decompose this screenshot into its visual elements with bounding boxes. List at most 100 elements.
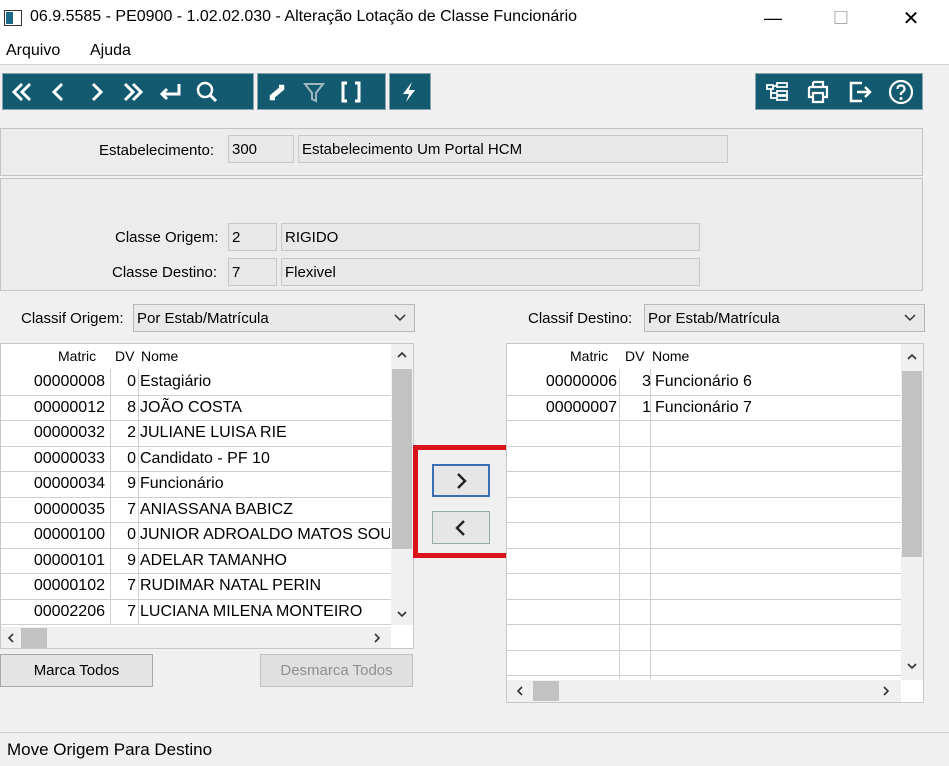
cell-dv: 9 bbox=[127, 551, 136, 569]
goto-icon[interactable] bbox=[151, 74, 188, 109]
filter-toolbar bbox=[257, 73, 386, 110]
column-header-matric[interactable]: Matric bbox=[570, 344, 608, 369]
table-row[interactable]: 00000035 7 ANIASSANA BABICZ bbox=[1, 497, 391, 523]
lightning-icon[interactable] bbox=[390, 74, 427, 109]
cell-matric: 00000100 bbox=[33, 526, 105, 543]
tree-icon[interactable] bbox=[756, 74, 798, 109]
table-row[interactable]: 00002206 7 LUCIANA MILENA MONTEIRO bbox=[1, 599, 391, 625]
classif-origem-select[interactable]: Por Estab/Matrícula bbox=[133, 304, 415, 332]
chevron-down-icon[interactable] bbox=[906, 660, 918, 672]
cell-dv: 0 bbox=[127, 526, 136, 543]
filter-icon[interactable] bbox=[295, 74, 332, 109]
classif-origem-value: Por Estab/Matrícula bbox=[137, 310, 269, 327]
cell-nome: Funcionário 7 bbox=[655, 398, 752, 416]
table-row bbox=[507, 573, 901, 600]
table-row bbox=[507, 548, 901, 574]
scrollbar-thumb[interactable] bbox=[533, 681, 559, 701]
chevron-down-icon[interactable] bbox=[396, 608, 408, 620]
cell-matric: 00000012 bbox=[33, 398, 105, 416]
cell-matric: 00000102 bbox=[33, 577, 105, 594]
table-row[interactable]: 00000034 9 Funcionário bbox=[1, 471, 391, 498]
table-row bbox=[507, 471, 901, 498]
last-icon[interactable] bbox=[114, 74, 151, 109]
search-icon[interactable] bbox=[188, 74, 225, 109]
chevron-right-icon bbox=[457, 472, 467, 489]
destino-horizontal-scrollbar[interactable] bbox=[507, 680, 901, 702]
table-row[interactable]: 00000033 0 Candidato - PF 10 bbox=[1, 446, 391, 472]
refresh-icon[interactable] bbox=[258, 74, 295, 109]
estabelecimento-code-field[interactable]: 300 bbox=[228, 135, 294, 163]
action-toolbar bbox=[389, 73, 431, 110]
table-row[interactable]: 00000100 0 JUNIOR ADROALDO MATOS SOUZA bbox=[1, 522, 391, 549]
move-to-destino-button[interactable] bbox=[432, 464, 490, 497]
previous-icon[interactable] bbox=[40, 74, 77, 109]
destino-vertical-scrollbar[interactable] bbox=[901, 344, 923, 680]
classif-destino-select[interactable]: Por Estab/Matrícula bbox=[644, 304, 925, 332]
app-icon bbox=[4, 10, 22, 26]
table-row bbox=[507, 420, 901, 447]
column-header-nome[interactable]: Nome bbox=[652, 344, 689, 369]
next-icon[interactable] bbox=[77, 74, 114, 109]
table-row[interactable]: 00000032 2 JULIANE LUISA RIE bbox=[1, 420, 391, 447]
minimize-button[interactable]: — bbox=[750, 0, 796, 36]
table-row[interactable]: 00000007 1 Funcionário 7 bbox=[507, 395, 901, 421]
table-row[interactable]: 00000008 0 Estagiário bbox=[1, 369, 391, 396]
column-header-matric[interactable]: Matric bbox=[58, 344, 96, 369]
window-title: 06.9.5585 - PE0900 - 1.02.02.030 - Alter… bbox=[30, 8, 578, 25]
scrollbar-thumb[interactable] bbox=[902, 371, 922, 557]
column-header-nome[interactable]: Nome bbox=[141, 344, 178, 369]
cell-dv: 0 bbox=[127, 373, 136, 390]
estabelecimento-name-field: Estabelecimento Um Portal HCM bbox=[298, 135, 728, 163]
table-row[interactable]: 00000101 9 ADELAR TAMANHO bbox=[1, 548, 391, 574]
chevron-up-icon[interactable] bbox=[906, 351, 918, 363]
chevron-left-icon[interactable] bbox=[5, 632, 17, 644]
classe-destino-code-field[interactable]: 7 bbox=[228, 258, 277, 286]
maximize-button[interactable]: ☐ bbox=[818, 0, 864, 36]
column-header-dv[interactable]: DV bbox=[625, 344, 644, 369]
classe-destino-name-field: Flexivel bbox=[281, 258, 700, 286]
cell-nome: ADELAR TAMANHO bbox=[140, 551, 287, 569]
print-icon[interactable] bbox=[798, 74, 840, 109]
move-to-origem-button[interactable] bbox=[432, 511, 490, 544]
chevron-left-icon[interactable] bbox=[514, 685, 526, 697]
origem-grid: Matric DV Nome 00000008 0 Estagiário 000000… bbox=[0, 343, 414, 649]
origem-horizontal-scrollbar[interactable] bbox=[1, 627, 391, 648]
table-row[interactable]: 00000102 7 RUDIMAR NATAL PERIN bbox=[1, 573, 391, 600]
brackets-icon[interactable] bbox=[332, 74, 369, 109]
cell-nome: JUNIOR ADROALDO MATOS SOUZA bbox=[140, 526, 390, 543]
close-button[interactable]: ✕ bbox=[888, 0, 934, 36]
scrollbar-thumb[interactable] bbox=[392, 369, 412, 549]
first-icon[interactable] bbox=[3, 74, 40, 109]
classe-origem-label: Classe Origem: bbox=[115, 229, 219, 246]
chevron-down-icon bbox=[904, 314, 916, 322]
marca-todos-button[interactable]: Marca Todos bbox=[0, 654, 153, 687]
help-icon[interactable] bbox=[881, 74, 923, 109]
cell-dv: 3 bbox=[642, 373, 651, 390]
menu-arquivo[interactable]: Arquivo bbox=[6, 42, 60, 60]
cell-matric: 00000006 bbox=[545, 373, 617, 390]
classe-destino-label: Classe Destino: bbox=[112, 264, 218, 281]
chevron-up-icon[interactable] bbox=[396, 349, 408, 361]
cell-dv: 7 bbox=[127, 577, 136, 594]
scrollbar-thumb[interactable] bbox=[21, 628, 47, 648]
chevron-left-icon bbox=[455, 519, 465, 536]
table-row[interactable]: 00000012 8 JOÃO COSTA bbox=[1, 395, 391, 421]
chevron-right-icon[interactable] bbox=[371, 632, 383, 644]
desmarca-todos-button[interactable]: Desmarca Todos bbox=[260, 654, 413, 687]
column-header-dv[interactable]: DV bbox=[115, 344, 134, 369]
title-bar: 06.9.5585 - PE0900 - 1.02.02.030 - Alter… bbox=[0, 0, 949, 38]
menu-ajuda[interactable]: Ajuda bbox=[90, 42, 131, 60]
cell-nome: JOÃO COSTA bbox=[140, 398, 242, 416]
table-row[interactable]: 00000006 3 Funcionário 6 bbox=[507, 369, 901, 396]
cell-nome: Estagiário bbox=[140, 373, 212, 390]
chevron-right-icon[interactable] bbox=[880, 685, 892, 697]
origem-grid-body: 00000008 0 Estagiário 00000012 8 JOÃO COSTA 00… bbox=[1, 369, 391, 625]
cell-dv: 9 bbox=[127, 475, 136, 492]
cell-matric: 00000101 bbox=[33, 551, 105, 569]
origem-vertical-scrollbar[interactable] bbox=[391, 344, 413, 625]
classif-destino-value: Por Estab/Matrícula bbox=[648, 310, 780, 327]
exit-icon[interactable] bbox=[839, 74, 881, 109]
cell-dv: 0 bbox=[127, 449, 136, 467]
table-row bbox=[507, 497, 901, 523]
classe-origem-code-field[interactable]: 2 bbox=[228, 223, 277, 251]
